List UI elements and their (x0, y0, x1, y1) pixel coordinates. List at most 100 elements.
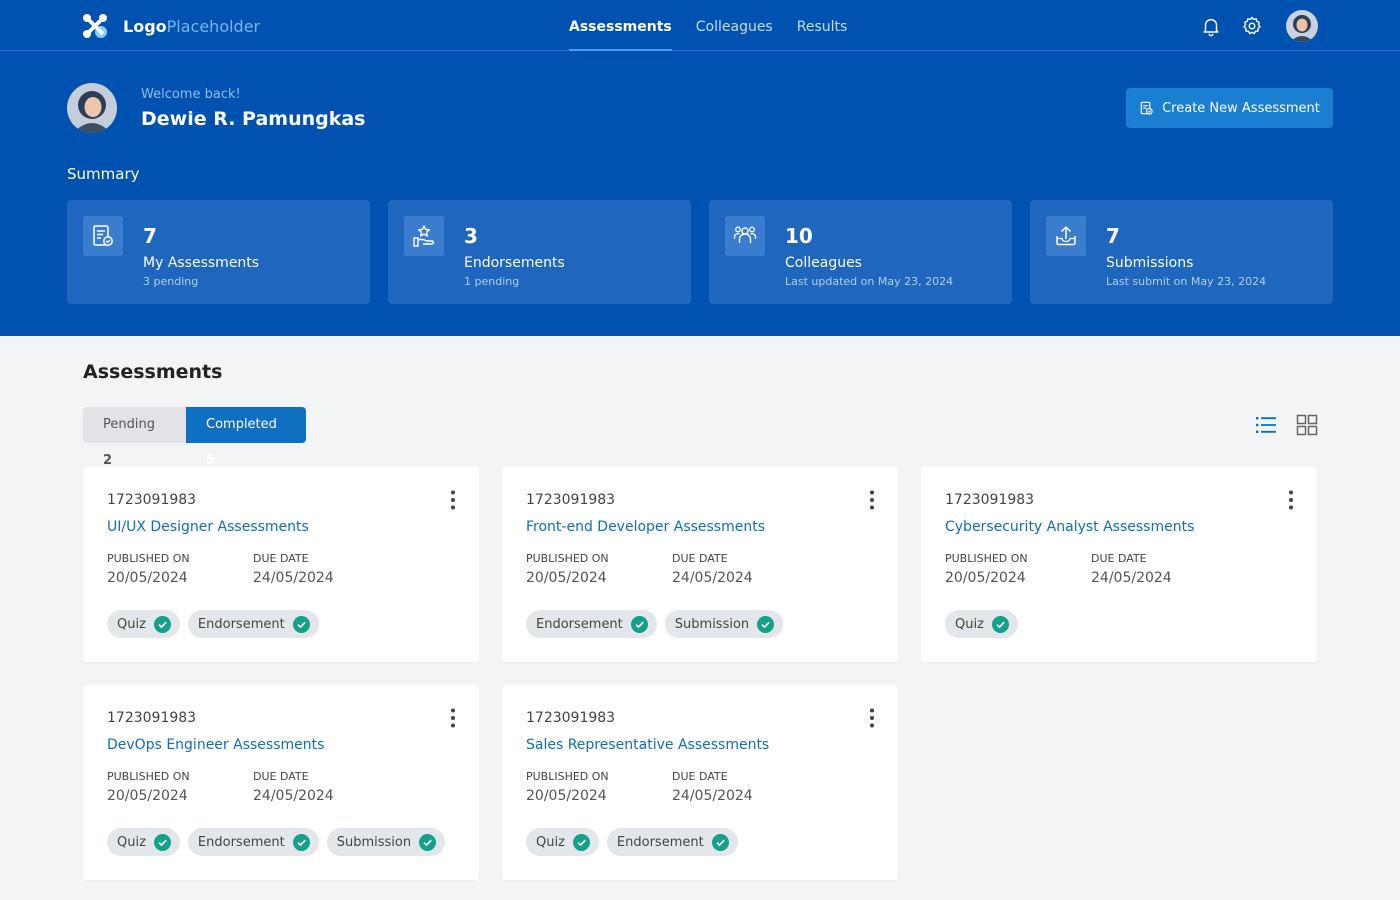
create-assessment-icon (1140, 101, 1153, 115)
check-circle-icon (572, 833, 590, 851)
more-options-icon[interactable] (864, 489, 880, 511)
assessment-card[interactable]: 1723091983 Front-end Developer Assessmen… (502, 467, 898, 662)
stat-sub: 1 pending (464, 275, 520, 288)
assessment-card[interactable]: 1723091983 UI/UX Designer Assessments PU… (83, 467, 479, 662)
published-label: PUBLISHED ON (107, 552, 190, 565)
tag-list: Quiz Endorsement (107, 610, 327, 638)
tag-label: Endorsement (197, 616, 285, 632)
assessment-title[interactable]: Sales Representative Assessments (526, 737, 769, 753)
tag-chip: Submission (326, 828, 446, 856)
stat-label: Endorsements (464, 255, 565, 271)
list-view-icon[interactable] (1254, 413, 1278, 437)
assessment-id: 1723091983 (526, 710, 616, 726)
due-date: 24/05/2024 (672, 788, 753, 804)
stat-label: Submissions (1106, 255, 1194, 271)
more-options-icon[interactable] (445, 489, 461, 511)
stat-label: Colleagues (785, 255, 862, 271)
published-date: 20/05/2024 (526, 570, 607, 586)
logo-text-light: Placeholder (166, 16, 261, 36)
user-avatar (67, 83, 117, 133)
create-assessment-label: Create New Assessment (1162, 100, 1320, 116)
due-date-label: DUE DATE (253, 770, 309, 783)
welcome-text: Welcome back! (141, 87, 241, 102)
more-options-icon[interactable] (445, 707, 461, 729)
tag-chip: Endorsement (606, 828, 738, 856)
nav-results[interactable]: Results (797, 0, 848, 51)
tag-label: Quiz (117, 834, 146, 850)
assessment-card[interactable]: 1723091983 Sales Representative Assessme… (502, 685, 898, 880)
summary-title: Summary (67, 165, 140, 183)
logo-icon (83, 14, 107, 38)
due-date-label: DUE DATE (253, 552, 309, 565)
top-nav: LogoPlaceholder Assessments Colleagues R… (0, 0, 1400, 52)
avatar[interactable] (1286, 10, 1318, 42)
tab-pending-count: 2 (103, 453, 113, 468)
assessment-card[interactable]: 1723091983 Cybersecurity Analyst Assessm… (921, 467, 1317, 662)
tag-chip: Quiz (526, 828, 599, 856)
upload-icon (1046, 216, 1086, 256)
nav-colleagues[interactable]: Colleagues (696, 0, 773, 51)
check-circle-icon (630, 615, 648, 633)
user-name: Dewie R. Pamungkas (141, 108, 366, 130)
tag-list: Quiz (945, 610, 1026, 638)
published-label: PUBLISHED ON (945, 552, 1028, 565)
tag-chip: Endorsement (187, 828, 319, 856)
tag-chip: Quiz (945, 610, 1018, 638)
bell-icon[interactable] (1200, 15, 1222, 37)
check-circle-icon (292, 833, 310, 851)
colleagues-icon (725, 216, 765, 256)
tag-label: Submission (336, 834, 412, 850)
tab-pending[interactable]: Pending 2 (83, 407, 186, 468)
due-date: 24/05/2024 (1091, 570, 1172, 586)
tag-label: Endorsement (536, 616, 623, 632)
tab-pending-label: Pending (103, 417, 155, 432)
check-circle-icon (757, 615, 775, 633)
assessment-title[interactable]: DevOps Engineer Assessments (107, 737, 324, 753)
tag-label: Quiz (955, 616, 984, 632)
tab-completed[interactable]: Completed 5 (186, 407, 306, 468)
tag-label: Submission (674, 616, 750, 632)
tag-label: Endorsement (616, 834, 704, 850)
create-assessment-button[interactable]: Create New Assessment (1126, 88, 1333, 128)
assessment-title[interactable]: Cybersecurity Analyst Assessments (945, 519, 1194, 535)
tag-label: Endorsement (197, 834, 285, 850)
stat-card-colleagues[interactable]: 10 Colleagues Last updated on May 23, 20… (709, 200, 1012, 304)
tag-chip: Submission (664, 610, 784, 638)
stat-count: 7 (1106, 224, 1120, 248)
due-date: 24/05/2024 (253, 570, 334, 586)
due-date: 24/05/2024 (253, 788, 334, 804)
assessment-id: 1723091983 (107, 492, 197, 508)
stat-sub: Last submit on May 23, 2024 (1106, 275, 1267, 288)
more-options-icon[interactable] (864, 707, 880, 729)
check-circle-icon (991, 615, 1009, 633)
assessment-card[interactable]: 1723091983 DevOps Engineer Assessments P… (83, 685, 479, 880)
assessment-id: 1723091983 (107, 710, 197, 726)
assessment-title[interactable]: Front-end Developer Assessments (526, 519, 765, 535)
assessment-id: 1723091983 (526, 492, 616, 508)
published-date: 20/05/2024 (107, 570, 188, 586)
assessment-icon (83, 216, 123, 256)
due-date-label: DUE DATE (672, 552, 728, 565)
stat-card-endorsements[interactable]: 3 Endorsements 1 pending (388, 200, 691, 304)
stat-label: My Assessments (143, 255, 260, 271)
user-avatar-image (67, 83, 117, 133)
due-date-label: DUE DATE (1091, 552, 1147, 565)
stat-card-submissions[interactable]: 7 Submissions Last submit on May 23, 202… (1030, 200, 1333, 304)
nav-assessments[interactable]: Assessments (569, 0, 672, 52)
assessment-tabs: Pending 2 Completed 5 (83, 407, 306, 468)
tag-chip: Quiz (107, 610, 180, 638)
stat-sub: 3 pending (143, 275, 199, 288)
gear-icon[interactable] (1241, 15, 1263, 37)
assessment-title[interactable]: UI/UX Designer Assessments (107, 519, 309, 535)
endorsement-icon (404, 216, 444, 256)
check-circle-icon (711, 833, 729, 851)
logo[interactable]: LogoPlaceholder (82, 13, 260, 39)
tag-chip: Endorsement (187, 610, 319, 638)
avatar-image (1286, 10, 1318, 42)
due-date-label: DUE DATE (672, 770, 728, 783)
more-options-icon[interactable] (1283, 489, 1299, 511)
published-date: 20/05/2024 (945, 570, 1026, 586)
stat-card-assessments[interactable]: 7 My Assessments 3 pending (67, 200, 370, 304)
tag-list: Quiz Endorsement Submission (107, 828, 453, 856)
grid-view-icon[interactable] (1295, 413, 1319, 437)
